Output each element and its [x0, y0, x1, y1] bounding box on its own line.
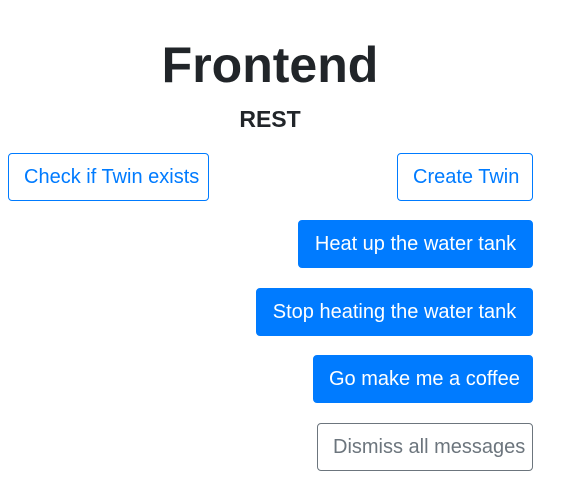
create-twin-button[interactable]: Create Twin [397, 153, 533, 201]
dismiss-messages-button[interactable]: Dismiss all messages [317, 423, 533, 471]
stop-heating-button[interactable]: Stop heating the water tank [256, 288, 533, 336]
make-coffee-button[interactable]: Go make me a coffee [313, 355, 533, 403]
check-twin-button[interactable]: Check if Twin exists [8, 153, 209, 201]
page-subtitle: REST [239, 106, 301, 132]
heat-water-tank-button[interactable]: Heat up the water tank [298, 220, 533, 268]
page-title: Frontend [161, 37, 379, 93]
